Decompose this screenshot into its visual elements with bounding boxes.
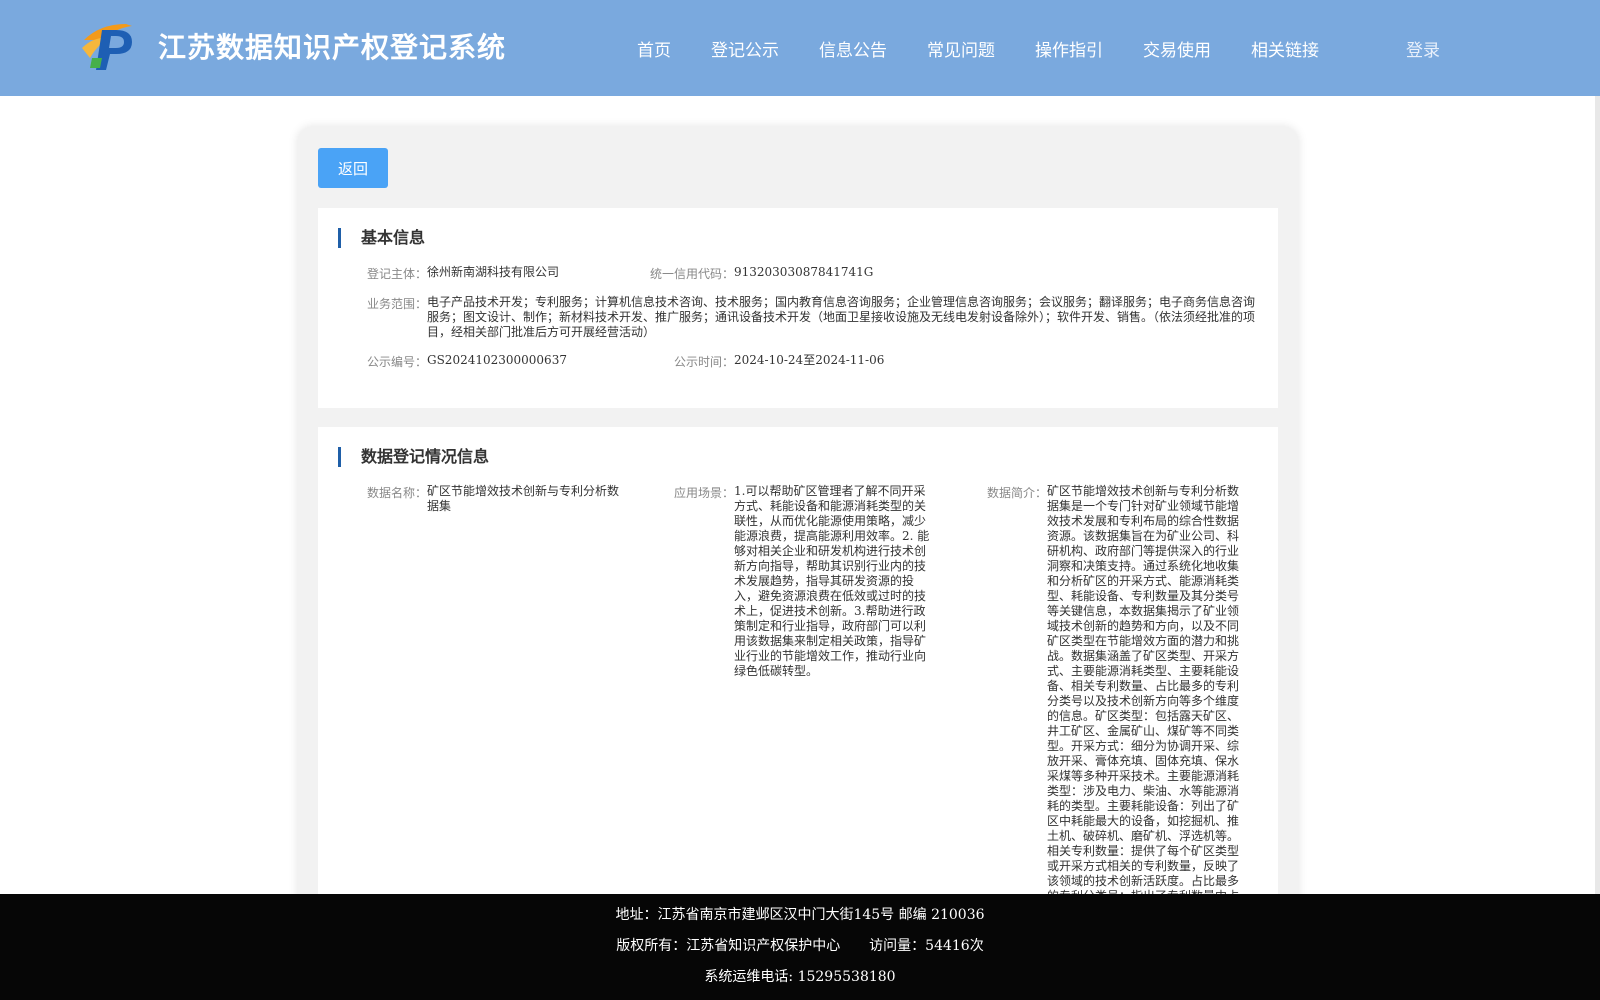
- scope-value: 电子产品技术开发；专利服务；计算机信息技术咨询、技术服务；国内教育信息咨询服务；…: [427, 295, 1256, 339]
- pub-no-value: GS2024102300000637: [427, 353, 567, 367]
- data-name-label: 数据名称：: [366, 486, 427, 500]
- nav-guide[interactable]: 操作指引: [1035, 36, 1103, 61]
- pub-time-value: 2024-10-24至2024-11-06: [734, 353, 885, 367]
- page-scrollbar[interactable]: [1595, 96, 1600, 896]
- jsip-logo-icon[interactable]: [80, 18, 138, 72]
- data-registration-section: 数据登记情况信息 数据名称： 矿区节能增效技术创新与专利分析数据集 应用场景： …: [318, 427, 1278, 947]
- basic-info-section: 基本信息 登记主体： 徐州新南湖科技有限公司 统一信用代码： 913203030…: [318, 208, 1278, 408]
- footer-copyright-row: 版权所有：江苏省知识产权保护中心 访问量：54416次: [0, 935, 1600, 955]
- site-title[interactable]: 江苏数据知识产权登记系统: [158, 26, 506, 66]
- nav-related-links[interactable]: 相关链接: [1251, 36, 1319, 61]
- footer-visits: 访问量：54416次: [869, 938, 984, 954]
- scenario-value: 1.可以帮助矿区管理者了解不同开采方式、耗能设备和能源消耗类型的关联性，从而优化…: [734, 484, 930, 678]
- site-footer: 地址：江苏省南京市建邺区汉中门大街145号 邮编 210036 版权所有：江苏省…: [0, 894, 1600, 1000]
- login-link[interactable]: 登录: [1406, 36, 1440, 61]
- pub-time-label: 公示时间：: [673, 355, 734, 369]
- subject-label: 登记主体：: [366, 267, 427, 281]
- data-name-value: 矿区节能增效技术创新与专利分析数据集: [427, 484, 620, 513]
- footer-address: 地址：江苏省南京市建邺区汉中门大街145号 邮编 210036: [615, 907, 985, 923]
- nav-trade-use[interactable]: 交易使用: [1143, 36, 1211, 61]
- nav-announcements[interactable]: 信息公告: [819, 36, 887, 61]
- scope-label: 业务范围：: [366, 297, 427, 311]
- intro-value: 矿区节能增效技术创新与专利分析数据集是一个专门针对矿业领域节能增效技术发展和专利…: [1047, 484, 1240, 933]
- back-button[interactable]: 返回: [318, 148, 388, 188]
- credit-code-value: 91320303087841741G: [734, 265, 874, 279]
- section-title: 基本信息: [338, 228, 425, 248]
- nav-registration-public[interactable]: 登记公示: [711, 36, 779, 61]
- nav-faq[interactable]: 常见问题: [927, 36, 995, 61]
- nav-home[interactable]: 首页: [637, 36, 671, 61]
- scenario-label: 应用场景：: [673, 486, 734, 500]
- footer-copyright: 版权所有：江苏省知识产权保护中心: [616, 938, 841, 954]
- detail-card: 返回 基本信息 登记主体： 徐州新南湖科技有限公司 统一信用代码： 913203…: [298, 127, 1298, 947]
- intro-label: 数据简介：: [986, 486, 1047, 500]
- top-header: 江苏数据知识产权登记系统 首页 登记公示 信息公告 常见问题 操作指引 交易使用…: [0, 0, 1600, 96]
- section-title: 数据登记情况信息: [338, 447, 489, 467]
- subject-value: 徐州新南湖科技有限公司: [427, 265, 560, 279]
- pub-no-label: 公示编号：: [366, 355, 427, 369]
- footer-phone: 系统运维电话: 15295538180: [704, 969, 896, 985]
- credit-code-label: 统一信用代码：: [649, 267, 734, 281]
